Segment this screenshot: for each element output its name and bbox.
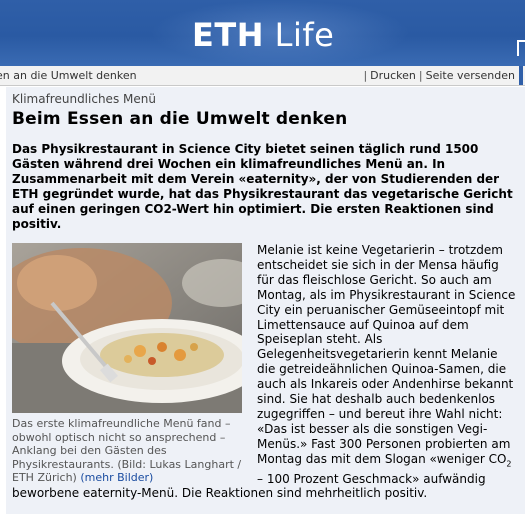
photo-caption: Das erste klimafreundliche Menü fand – o… — [12, 417, 244, 485]
article-kicker: Klimafreundliches Menü — [12, 92, 156, 106]
article-body-full: beworbene eaternity-Menü. Die Reaktionen… — [12, 486, 428, 500]
more-pictures-link[interactable]: (mehr Bilder) — [80, 471, 153, 484]
body-text-b: – 100 Prozent Geschmack» aufwändig — [257, 471, 486, 486]
article-lead: Das Physikrestaurant in Science City bie… — [12, 142, 513, 231]
separator: | — [363, 69, 368, 82]
eth-life-logo[interactable]: ETH Life — [192, 16, 334, 54]
banner-corner-mark — [517, 40, 525, 56]
separator: | — [418, 69, 423, 82]
body-text-a: Melanie ist keine Vegetarierin – trotzde… — [257, 243, 516, 466]
article-title: Beim Essen an die Umwelt denken — [12, 109, 348, 129]
food-photo-illustration — [12, 243, 242, 413]
logo-light-text: Life — [274, 16, 335, 54]
co2-subscript: 2 — [506, 459, 512, 469]
toolbar-edge — [519, 66, 523, 85]
article-photo[interactable] — [12, 243, 242, 413]
article-toolbar: en an die Umwelt denken | Drucken | Seite v… — [0, 66, 525, 86]
toolbar-actions: | Drucken | Seite versenden — [360, 66, 523, 85]
article-body-column: Melanie ist keine Vegetarierin – trotzde… — [257, 243, 519, 487]
site-banner: ETH Life — [0, 0, 525, 66]
send-page-link[interactable]: Seite versenden — [426, 69, 515, 82]
breadcrumb: en an die Umwelt denken — [0, 69, 137, 82]
print-link[interactable]: Drucken — [370, 69, 416, 82]
logo-bold-text: ETH — [192, 16, 264, 54]
